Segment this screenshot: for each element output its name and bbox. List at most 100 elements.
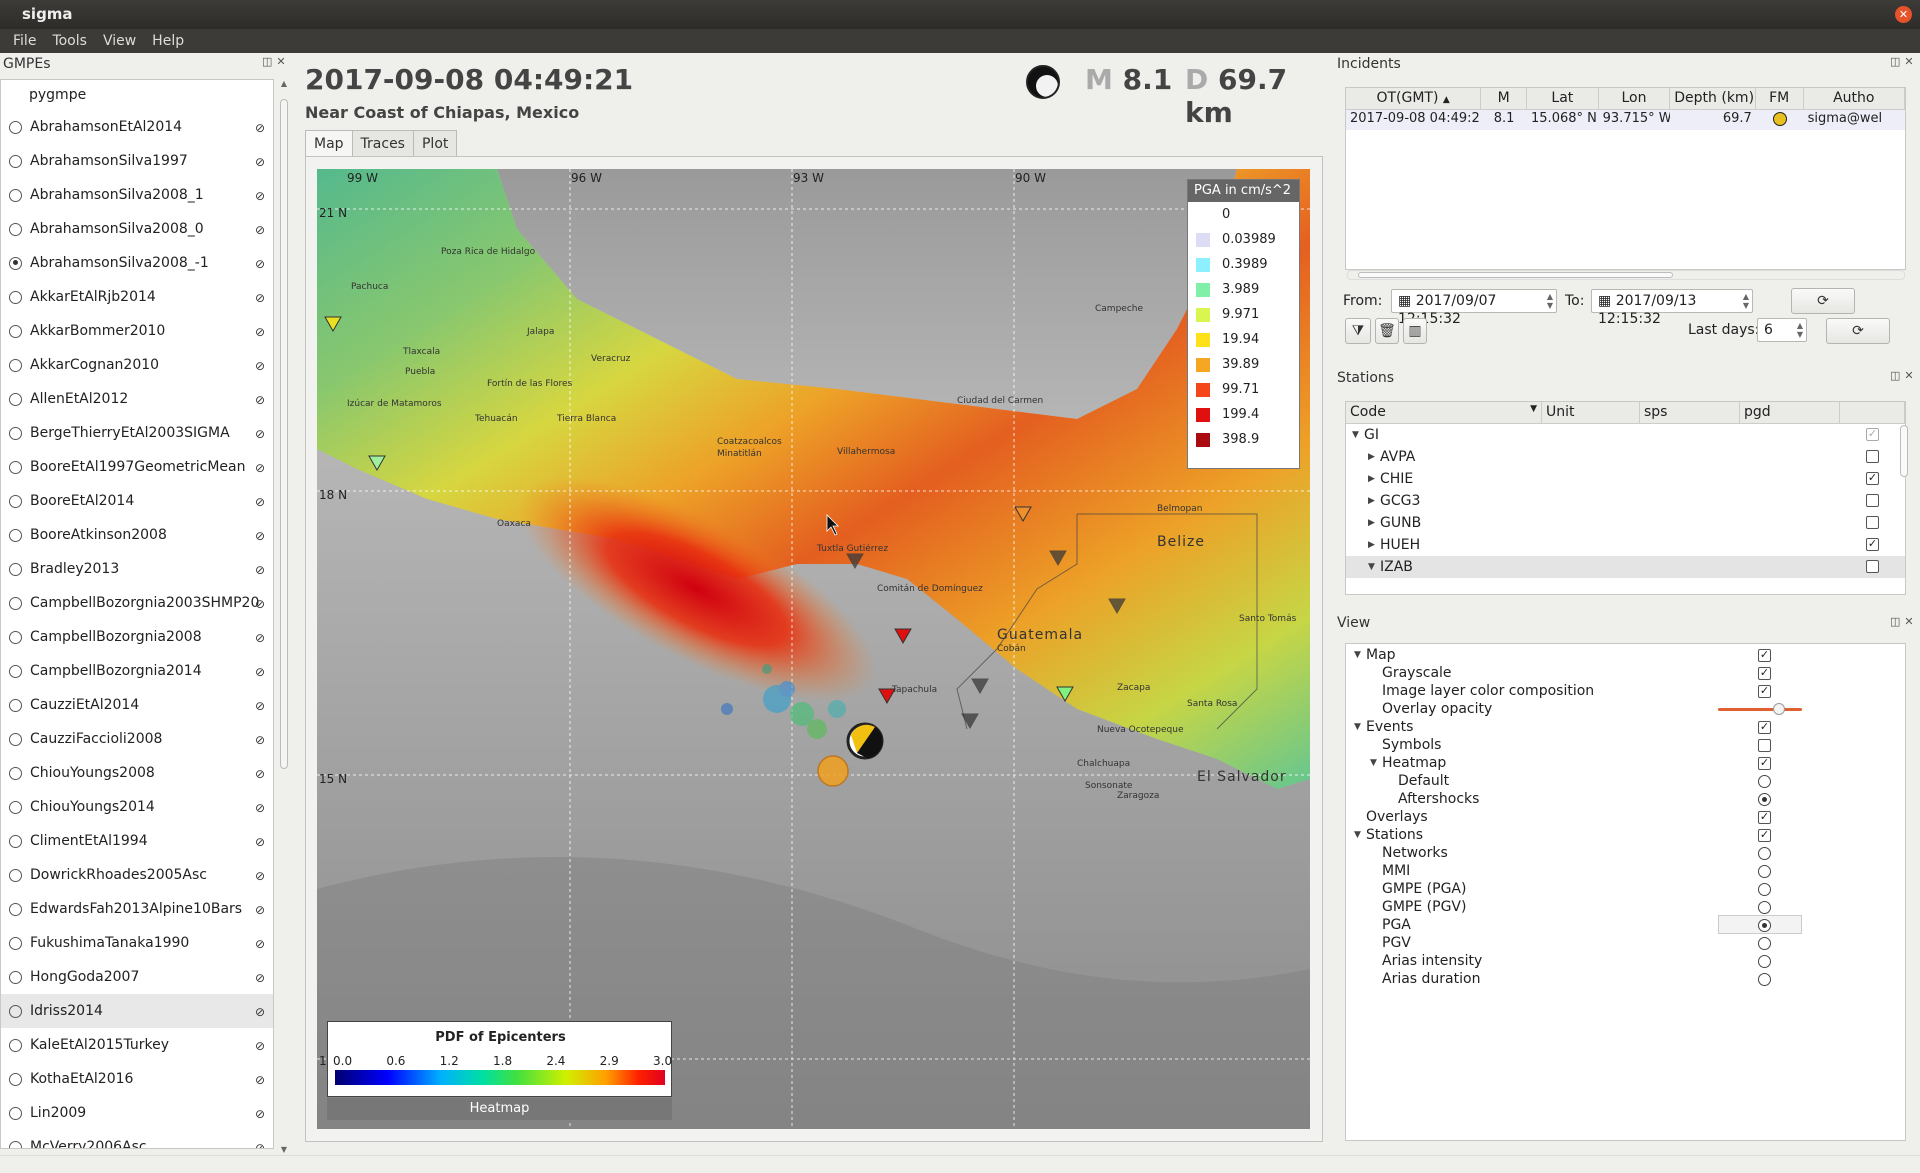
stations-tree[interactable]: Code ▼ Unit sps pgd ▼ GI ✓ ▶ AVPA ▶ CHIE ✓ ▶ GCG… bbox=[1345, 401, 1906, 595]
gmpe-item[interactable]: KothaEtAl2016 ⊘ bbox=[1, 1062, 273, 1096]
gmpe-radio[interactable] bbox=[9, 834, 22, 848]
gmpe-item[interactable]: CampbellBozorgnia2014 ⊘ bbox=[1, 654, 273, 688]
to-date-field[interactable]: ▦ 2017/09/13 12:15:32 ▲ ▼ bbox=[1591, 289, 1753, 327]
refresh-last-days-button[interactable]: ⟳ bbox=[1826, 318, 1890, 344]
gmpe-item[interactable]: AkkarCognan2010 ⊘ bbox=[1, 348, 273, 382]
map-canvas[interactable]: 99 W 96 W 93 W 90 W 21 N 18 N 15 N 1 Poz… bbox=[317, 169, 1310, 1129]
gmpe-item[interactable]: AkkarBommer2010 ⊘ bbox=[1, 314, 273, 348]
gmpe-radio[interactable] bbox=[9, 1038, 22, 1052]
gmpe-item[interactable]: AbrahamsonEtAl2014 ⊘ bbox=[1, 110, 273, 144]
expand-icon[interactable]: ▼ bbox=[1368, 562, 1380, 572]
view-item[interactable]: Aftershocks bbox=[1346, 790, 1905, 808]
gmpe-radio[interactable] bbox=[9, 324, 22, 338]
view-checkbox[interactable]: ✓ bbox=[1758, 667, 1771, 680]
col-author[interactable]: Autho bbox=[1804, 88, 1905, 109]
view-item[interactable]: ▼ Heatmap ✓ bbox=[1346, 754, 1905, 772]
eye-slash-icon[interactable]: ⊘ bbox=[255, 971, 265, 985]
station-checkbox[interactable] bbox=[1866, 516, 1879, 529]
eye-slash-icon[interactable]: ⊘ bbox=[255, 495, 265, 509]
tab-traces[interactable]: Traces bbox=[351, 130, 414, 158]
eye-slash-icon[interactable]: ⊘ bbox=[255, 699, 265, 713]
gmpe-radio[interactable] bbox=[9, 664, 22, 678]
station-checkbox[interactable]: ✓ bbox=[1866, 472, 1879, 485]
station-row[interactable]: ▶ HUEH ✓ bbox=[1346, 534, 1905, 556]
gmpe-item[interactable]: ChiouYoungs2008 ⊘ bbox=[1, 756, 273, 790]
gmpe-item[interactable]: AbrahamsonSilva2008_-1 ⊘ bbox=[1, 246, 273, 280]
eye-slash-icon[interactable]: ⊘ bbox=[255, 631, 265, 645]
view-item[interactable]: Overlay opacity bbox=[1346, 700, 1905, 718]
view-radio[interactable] bbox=[1758, 775, 1771, 788]
view-checkbox[interactable]: ✓ bbox=[1758, 829, 1771, 842]
col-ot[interactable]: OT(GMT) ▲ bbox=[1346, 88, 1482, 109]
station-checkbox[interactable] bbox=[1866, 494, 1879, 507]
eye-slash-icon[interactable]: ⊘ bbox=[255, 325, 265, 339]
gmpe-item[interactable]: CampbellBozorgnia2003SHMP20 ⊘ bbox=[1, 586, 273, 620]
col-fm[interactable]: FM bbox=[1756, 88, 1804, 109]
gmpe-radio[interactable] bbox=[9, 494, 22, 508]
gmpe-item[interactable]: AbrahamsonSilva2008_1 ⊘ bbox=[1, 178, 273, 212]
gmpe-radio[interactable] bbox=[9, 188, 22, 202]
delete-button[interactable]: 🗑 bbox=[1375, 318, 1399, 344]
eye-slash-icon[interactable]: ⊘ bbox=[255, 1141, 265, 1148]
gmpe-item[interactable]: AllenEtAl2012 ⊘ bbox=[1, 382, 273, 416]
gmpe-radio[interactable] bbox=[9, 630, 22, 644]
gmpe-radio[interactable] bbox=[9, 528, 22, 542]
station-row[interactable]: ▼ IZAB bbox=[1346, 556, 1905, 578]
view-radio[interactable] bbox=[1758, 793, 1771, 806]
eye-slash-icon[interactable]: ⊘ bbox=[255, 461, 265, 475]
gmpe-item[interactable]: FukushimaTanaka1990 ⊘ bbox=[1, 926, 273, 960]
station-checkbox[interactable] bbox=[1866, 560, 1879, 573]
collapse-icon[interactable]: ▼ bbox=[1354, 830, 1366, 840]
eye-slash-icon[interactable]: ⊘ bbox=[255, 427, 265, 441]
gmpe-radio[interactable] bbox=[9, 970, 22, 984]
eye-slash-icon[interactable]: ⊘ bbox=[255, 597, 265, 611]
eye-slash-icon[interactable]: ⊘ bbox=[255, 869, 265, 883]
eye-slash-icon[interactable]: ⊘ bbox=[255, 903, 265, 917]
col-pgd[interactable]: pgd bbox=[1740, 402, 1840, 423]
view-item[interactable]: Arias duration bbox=[1346, 970, 1905, 988]
station-checkbox[interactable] bbox=[1866, 450, 1879, 463]
gmpe-radio[interactable] bbox=[9, 1140, 22, 1148]
gmpe-radio[interactable] bbox=[9, 868, 22, 882]
view-radio[interactable] bbox=[1758, 955, 1771, 968]
view-checkbox[interactable]: ✓ bbox=[1758, 721, 1771, 734]
gmpe-item[interactable]: DowrickRhoades2005Asc ⊘ bbox=[1, 858, 273, 892]
gmpe-radio[interactable] bbox=[9, 290, 22, 304]
collapse-icon[interactable]: ▼ bbox=[1352, 430, 1364, 440]
view-item[interactable]: ▼ Events ✓ bbox=[1346, 718, 1905, 736]
eye-slash-icon[interactable]: ⊘ bbox=[255, 291, 265, 305]
gmpe-radio[interactable] bbox=[9, 1106, 22, 1120]
tab-plot[interactable]: Plot bbox=[412, 130, 458, 158]
gmpe-radio[interactable] bbox=[9, 562, 22, 576]
gmpe-radio[interactable] bbox=[9, 222, 22, 236]
table-row[interactable]: 2017-09-08 04:49:21 8.1 15.068° N 93.715… bbox=[1346, 110, 1905, 130]
collapse-icon[interactable]: ▼ bbox=[1354, 722, 1366, 732]
expand-icon[interactable]: ▶ bbox=[1368, 540, 1380, 550]
gmpe-item[interactable]: Lin2009 ⊘ bbox=[1, 1096, 273, 1130]
eye-slash-icon[interactable]: ⊘ bbox=[255, 529, 265, 543]
gmpe-radio[interactable] bbox=[9, 698, 22, 712]
eye-slash-icon[interactable]: ⊘ bbox=[255, 665, 265, 679]
col-code[interactable]: Code ▼ bbox=[1346, 402, 1542, 423]
eye-slash-icon[interactable]: ⊘ bbox=[255, 1005, 265, 1019]
gmpe-radio[interactable] bbox=[9, 902, 22, 916]
gmpe-item[interactable]: KaleEtAl2015Turkey ⊘ bbox=[1, 1028, 273, 1062]
eye-slash-icon[interactable]: ⊘ bbox=[255, 1107, 265, 1121]
view-checkbox[interactable]: ✓ bbox=[1758, 649, 1771, 662]
gmpe-radio[interactable] bbox=[9, 800, 22, 814]
gmpe-radio[interactable] bbox=[9, 154, 22, 168]
gmpe-radio[interactable] bbox=[9, 732, 22, 746]
refresh-button[interactable]: ⟳ bbox=[1791, 288, 1855, 314]
view-item[interactable]: GMPE (PGV) bbox=[1346, 898, 1905, 916]
gmpe-item[interactable]: ClimentEtAl1994 ⊘ bbox=[1, 824, 273, 858]
eye-slash-icon[interactable]: ⊘ bbox=[255, 733, 265, 747]
station-row[interactable]: ▶ AVPA bbox=[1346, 446, 1905, 468]
gmpe-item[interactable]: HongGoda2007 ⊘ bbox=[1, 960, 273, 994]
gmpe-radio[interactable] bbox=[9, 392, 22, 406]
col-sps[interactable]: sps bbox=[1640, 402, 1740, 423]
tab-map[interactable]: Map bbox=[305, 130, 353, 158]
view-checkbox[interactable]: ✓ bbox=[1758, 685, 1771, 698]
gmpe-radio[interactable] bbox=[9, 256, 22, 270]
col-depth[interactable]: Depth (km) bbox=[1670, 88, 1756, 109]
view-item[interactable]: Grayscale ✓ bbox=[1346, 664, 1905, 682]
